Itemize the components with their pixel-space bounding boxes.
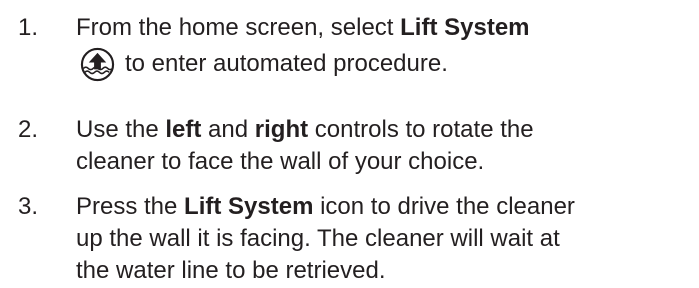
step-text-segment: to enter automated procedure.: [125, 50, 448, 77]
step-line: Press the Lift System icon to drive the …: [76, 191, 696, 223]
step-line: Use the left and right controls to rotat…: [76, 114, 696, 146]
step-line: cleaner to face the wall of your choice.: [76, 148, 485, 175]
step-text-segment: Press the: [76, 193, 185, 220]
step-bold-term: left: [165, 116, 202, 143]
step-text: Press the Lift System icon to drive the …: [76, 191, 696, 287]
step-text-segment: controls to rotate the: [308, 116, 534, 143]
step-text: From the home screen, select Lift System…: [76, 12, 696, 82]
step-text: Use the left and right controls to rotat…: [76, 114, 696, 178]
step-text-segment: Use the: [76, 116, 166, 143]
step-number: 3.: [18, 193, 39, 220]
step-text-segment: and: [201, 116, 255, 143]
lift-system-icon: [80, 47, 115, 82]
step-bold-term: Lift System: [184, 193, 314, 220]
step-number: 2.: [18, 116, 39, 143]
step-line: up the wall it is facing. The cleaner wi…: [76, 225, 560, 252]
step-bold-term: right: [254, 116, 309, 143]
step-line: the water line to be retrieved.: [76, 257, 386, 284]
step-line: to enter automated procedure.: [76, 46, 696, 82]
step-text-segment: From the home screen, select: [76, 14, 401, 41]
step-line: From the home screen, select Lift System: [76, 12, 696, 44]
step-number: 1.: [18, 14, 39, 41]
step-text-segment: icon to drive the cleaner: [313, 193, 575, 220]
step-bold-term: Lift System: [400, 14, 530, 41]
